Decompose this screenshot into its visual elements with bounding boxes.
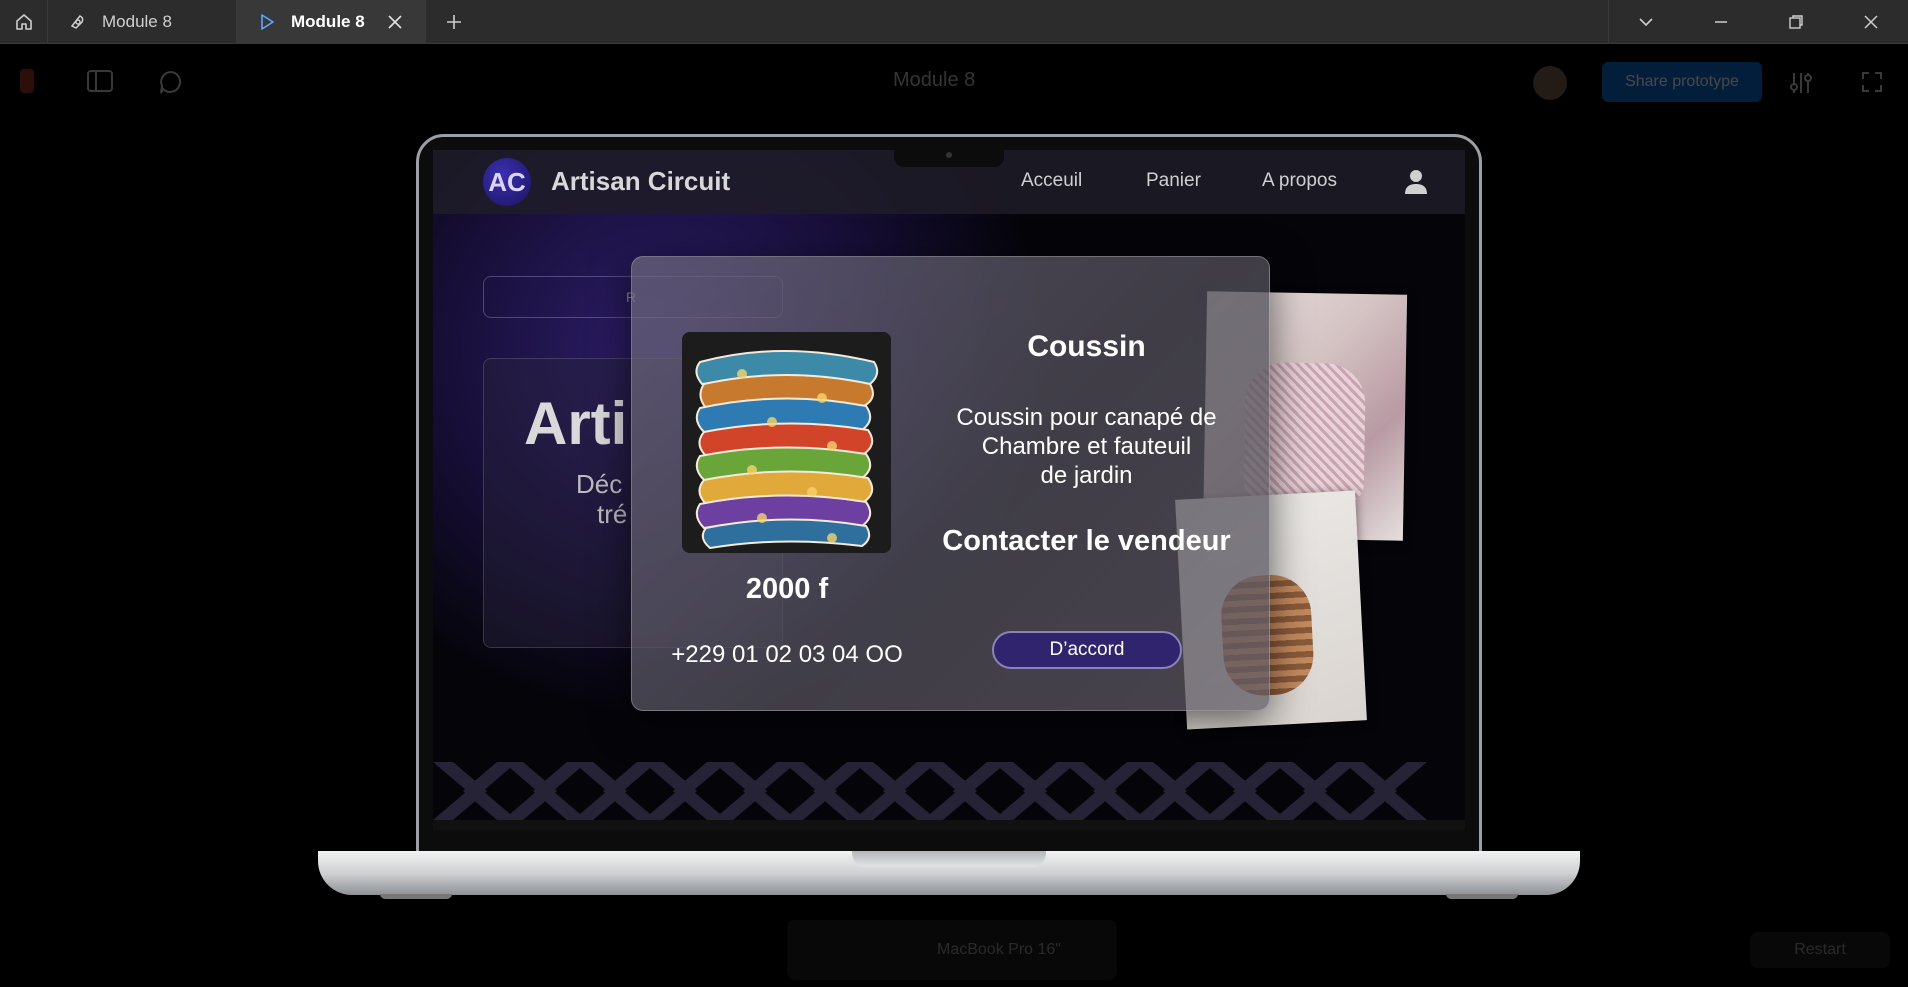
decorative-pattern-band	[433, 762, 1465, 820]
hero-title: Arti	[524, 390, 628, 457]
site-brand[interactable]: Artisan Circuit	[551, 166, 730, 197]
contact-seller-heading: Contacter le vendeur	[942, 525, 1231, 557]
product-modal: 2000 f +229 01 02 03 04 OO Coussin Couss…	[631, 256, 1270, 711]
settings-icon[interactable]	[1788, 70, 1814, 101]
play-icon	[257, 12, 277, 32]
close-icon	[1863, 15, 1878, 29]
avatar[interactable]	[1533, 66, 1567, 100]
hero-subtitle-line-1: Déc	[576, 469, 623, 499]
site-logo[interactable]: AC	[483, 158, 531, 206]
tab-design-file[interactable]: Module 8	[48, 0, 237, 44]
plus-icon	[447, 15, 461, 29]
hero-subtitle-line-2: tré	[597, 499, 628, 529]
comment-icon[interactable]	[158, 69, 184, 100]
device-label: MacBook Pro 16"	[937, 941, 1061, 958]
laptop-opening-notch	[852, 851, 1046, 867]
prototype-bottom-bar: MacBook Pro 16" Restart	[0, 920, 1908, 987]
tab-list-dropdown[interactable]	[1608, 0, 1683, 44]
ok-button[interactable]: D’accord	[992, 631, 1182, 669]
restore-button[interactable]	[1758, 0, 1833, 44]
chevron-down-icon	[1639, 18, 1653, 27]
tab-prototype[interactable]: Module 8	[237, 0, 426, 44]
product-description: Coussin pour canapé de Chambre et fauteu…	[932, 403, 1241, 490]
product-price: 2000 f	[745, 573, 829, 605]
restore-window-icon	[1788, 15, 1803, 29]
fullscreen-icon[interactable]	[1860, 70, 1884, 99]
seller-phone: +229 01 02 03 04 OO	[671, 641, 903, 668]
description-line: Chambre et fauteuil	[981, 433, 1192, 460]
sidebar-toggle-icon[interactable]	[86, 69, 114, 98]
product-title: Coussin	[1027, 330, 1146, 363]
device-selector[interactable]: MacBook Pro 16"	[787, 920, 1117, 980]
prototype-viewer-toolbar: Module 8 Share prototype	[0, 45, 1908, 117]
file-title[interactable]: Module 8	[893, 69, 975, 92]
close-tab-button[interactable]	[385, 12, 405, 32]
close-window-button[interactable]	[1833, 0, 1908, 44]
screen-bezel-bottom	[433, 820, 1465, 830]
close-icon	[388, 15, 402, 29]
cushion-stack-image	[682, 332, 891, 553]
figma-file-icon	[68, 12, 88, 32]
figma-logo-icon[interactable]	[20, 69, 34, 93]
home-button[interactable]	[0, 0, 48, 44]
share-prototype-button[interactable]: Share prototype	[1602, 62, 1762, 102]
minimize-icon	[1714, 21, 1727, 23]
home-icon	[15, 14, 32, 30]
description-line: de jardin	[1040, 462, 1133, 489]
laptop-foot	[1446, 894, 1518, 899]
new-tab-button[interactable]	[440, 8, 468, 36]
user-icon[interactable]	[1403, 168, 1429, 201]
laptop-foot	[380, 894, 452, 899]
minimize-button[interactable]	[1683, 0, 1758, 44]
restart-button[interactable]: Restart	[1750, 932, 1890, 968]
nav-link-acceuil[interactable]: Acceuil	[1021, 170, 1082, 192]
tab-bar: Module 8 Module 8	[0, 0, 1908, 44]
nav-link-a-propos[interactable]: A propos	[1262, 170, 1337, 192]
camera-notch	[894, 147, 1004, 167]
nav-link-panier[interactable]: Panier	[1146, 170, 1201, 192]
description-line: Coussin pour canapé de	[956, 404, 1217, 431]
tab-label: Module 8	[291, 12, 365, 31]
tab-label: Module 8	[102, 12, 172, 31]
